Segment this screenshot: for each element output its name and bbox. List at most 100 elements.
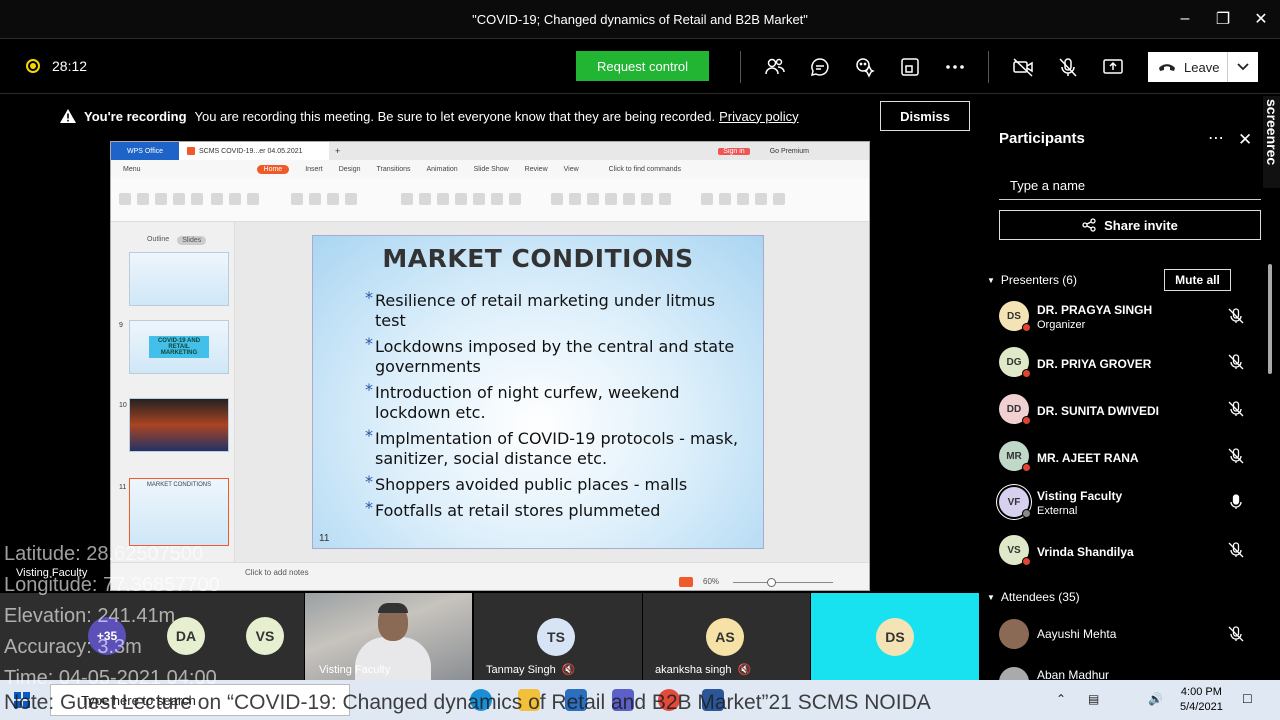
sign-in-button[interactable]: Sign in xyxy=(718,147,750,155)
presenters-section[interactable]: ▼ Presenters (6) xyxy=(987,273,1077,287)
ribbon-tab-home[interactable]: Home xyxy=(256,164,290,174)
mic-on-icon[interactable] xyxy=(1227,493,1245,511)
go-premium-link[interactable]: Go Premium xyxy=(770,148,809,155)
participant-row[interactable]: Aayushi Mehta xyxy=(999,616,1269,656)
current-slide[interactable]: MARKET CONDITIONS Resilience of retail m… xyxy=(312,235,764,549)
slide-thumbnail-8[interactable] xyxy=(129,252,229,306)
play-slideshow-icon[interactable] xyxy=(679,577,693,587)
participant-row[interactable]: DG DR. PRIYA GROVER xyxy=(999,344,1269,384)
layout-group xyxy=(291,184,357,214)
close-icon[interactable]: ✕ xyxy=(1238,130,1252,150)
recording-dot-icon xyxy=(26,59,40,73)
meeting-toolbar: 28:12 Request control Leave xyxy=(0,38,1280,94)
participant-name: MR. AJEET RANA xyxy=(1037,451,1139,465)
chevron-down-icon xyxy=(1237,63,1249,71)
mic-off-icon[interactable] xyxy=(1053,52,1083,82)
participant-row[interactable]: VS Vrinda Shandilya xyxy=(999,532,1269,572)
paragraph-group xyxy=(551,184,671,214)
share-invite-button[interactable]: Share invite xyxy=(999,210,1261,240)
ribbon-tab-insert[interactable]: Insert xyxy=(305,166,323,173)
font-group xyxy=(401,184,521,214)
ribbon-tab-review[interactable]: Review xyxy=(525,166,548,173)
participant-row[interactable]: DD DR. SUNITA DWIVEDI xyxy=(999,391,1269,431)
mic-off-icon[interactable] xyxy=(1227,447,1245,465)
camera-off-icon[interactable] xyxy=(1008,52,1038,82)
participant-video[interactable]: Visting Faculty xyxy=(305,593,472,680)
find-commands[interactable]: Click to find commands xyxy=(609,166,681,173)
participant-row[interactable]: VF Visting Faculty External xyxy=(999,484,1269,524)
mic-off-icon[interactable] xyxy=(1227,400,1245,418)
participant-name: DR. PRIYA GROVER xyxy=(1037,357,1152,371)
avatar xyxy=(999,619,1029,649)
taskbar-clock[interactable]: 4:00 PM 5/4/2021 xyxy=(1180,685,1223,715)
mic-off-icon[interactable] xyxy=(1227,625,1245,643)
gallery-tile[interactable]: AS akanksha singh 🔇 xyxy=(643,593,810,680)
recording-banner: You're recording You are recording this … xyxy=(60,100,980,132)
leave-button[interactable]: Leave xyxy=(1148,52,1258,82)
participant-role: Organizer xyxy=(1037,319,1086,331)
wps-doc-tab[interactable]: SCMS COVID-19...er 04.05.2021 xyxy=(179,142,329,160)
avatar: DS xyxy=(876,618,914,656)
gallery-tile-speaking[interactable]: DS xyxy=(811,593,979,680)
mute-all-button[interactable]: Mute all xyxy=(1164,269,1231,291)
shared-screen: WPS Office SCMS COVID-19...er 04.05.2021… xyxy=(110,141,870,591)
avatar xyxy=(999,667,1029,680)
add-notes[interactable]: Click to add notes xyxy=(245,568,309,577)
mic-off-icon[interactable] xyxy=(1227,307,1245,325)
meeting-timer: 28:12 xyxy=(26,58,87,74)
slides-tab[interactable]: Slides xyxy=(177,236,207,245)
ribbon-tab-slideshow[interactable]: Slide Show xyxy=(474,166,509,173)
slide-thumbnail-9[interactable]: COVID-19 AND RETAIL MARKETING xyxy=(129,320,229,374)
reactions-icon[interactable] xyxy=(850,52,880,82)
avatar: VF xyxy=(999,487,1031,518)
wps-menu[interactable]: Menu xyxy=(123,166,141,173)
mic-off-icon[interactable] xyxy=(1227,541,1245,559)
more-options-icon[interactable]: ⋯ xyxy=(1208,128,1224,148)
network-icon[interactable]: ▤ xyxy=(1088,692,1099,706)
participant-search-input[interactable] xyxy=(999,172,1261,200)
request-control-button[interactable]: Request control xyxy=(576,51,709,81)
rooms-icon[interactable] xyxy=(895,52,925,82)
volume-icon[interactable]: 🔊 xyxy=(1148,692,1163,706)
slide-thumbnail-10[interactable] xyxy=(129,398,229,452)
outline-tab[interactable]: Outline xyxy=(147,236,169,245)
zoom-slider[interactable] xyxy=(733,582,833,583)
participant-row[interactable]: DS DR. PRAGYA SINGH Organizer xyxy=(999,298,1269,338)
minimize-icon[interactable]: – xyxy=(1166,0,1204,38)
attendees-section[interactable]: ▼ Attendees (35) xyxy=(987,590,1080,604)
participant-row[interactable]: MR MR. AJEET RANA xyxy=(999,438,1269,478)
thumb-number: 9 xyxy=(119,322,123,329)
more-options-icon[interactable] xyxy=(940,52,970,82)
warning-icon xyxy=(60,109,76,123)
dismiss-button[interactable]: Dismiss xyxy=(880,101,970,131)
participant-name: Vrinda Shandilya xyxy=(1037,545,1134,559)
gallery-tile[interactable]: TS Tanmay Singh 🔇 xyxy=(474,593,642,680)
privacy-policy-link[interactable]: Privacy policy xyxy=(719,109,798,124)
slide-thumbnail-11[interactable]: MARKET CONDITIONS xyxy=(129,478,229,546)
maximize-icon[interactable]: ❐ xyxy=(1204,0,1242,38)
tile-name: akanksha singh 🔇 xyxy=(655,663,752,677)
avatar: VS xyxy=(999,535,1031,566)
slide-bullet: Implmentation of COVID-19 protocols - ma… xyxy=(365,426,747,469)
new-tab-icon[interactable]: + xyxy=(335,146,340,156)
tray-chevron-icon[interactable]: ⌃ xyxy=(1056,692,1066,706)
participant-row[interactable]: Aban Madhur xyxy=(999,664,1269,680)
close-icon[interactable]: ✕ xyxy=(1242,0,1280,38)
ribbon-tab-animation[interactable]: Animation xyxy=(427,166,458,173)
zoom-slider-handle[interactable] xyxy=(767,578,776,587)
wps-app-tab[interactable]: WPS Office xyxy=(111,142,179,160)
leave-dropdown[interactable] xyxy=(1228,63,1258,71)
share-screen-icon[interactable] xyxy=(1098,52,1128,82)
tile-name: Tanmay Singh 🔇 xyxy=(486,663,576,677)
people-icon[interactable] xyxy=(760,52,790,82)
chat-icon[interactable] xyxy=(805,52,835,82)
ribbon-tab-design[interactable]: Design xyxy=(339,166,361,173)
participants-title: Participants xyxy=(999,130,1085,147)
participants-scrollbar[interactable] xyxy=(1268,264,1272,374)
mic-off-icon[interactable] xyxy=(1227,353,1245,371)
status-dot-icon xyxy=(1022,463,1031,472)
leave-main[interactable]: Leave xyxy=(1148,52,1228,82)
ribbon-tab-transitions[interactable]: Transitions xyxy=(377,166,411,173)
ribbon-tab-view[interactable]: View xyxy=(564,166,579,173)
notifications-icon[interactable]: ☐ xyxy=(1242,692,1253,706)
